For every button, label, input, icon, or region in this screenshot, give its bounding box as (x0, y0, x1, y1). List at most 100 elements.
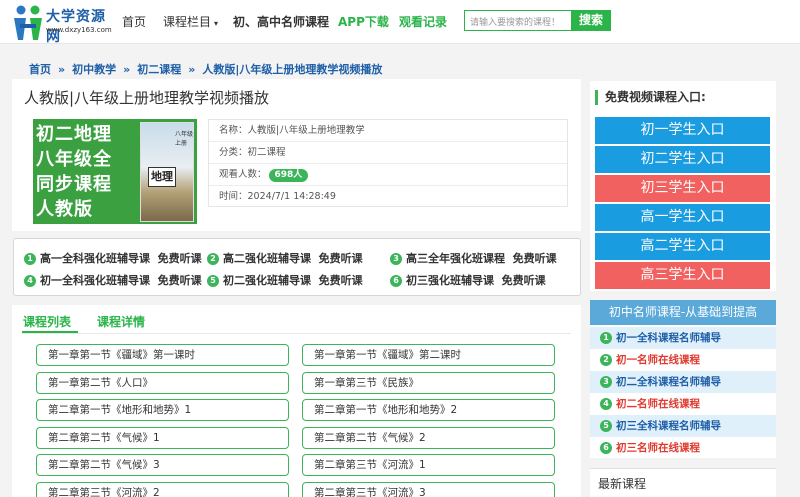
meta-time: 时间：2024/7/1 14:28:49 (209, 186, 567, 208)
teacher-course-link[interactable]: 1 初一全科课程名师辅导 (590, 327, 776, 349)
teacher-course-link[interactable]: 6 初三名师在线课程 (590, 437, 776, 459)
tab-course-list[interactable]: 课程列表 (23, 313, 71, 330)
nav-famous-teachers[interactable]: 初、高中名师课程 (233, 13, 329, 30)
teacher-course-link[interactable]: 3 初二全科课程名师辅导 (590, 371, 776, 393)
teacher-course-link[interactable]: 5 初三全科课程名师辅导 (590, 415, 776, 437)
number-badge: 2 (600, 354, 612, 366)
breadcrumb-current[interactable]: 人教版|八年级上册地理教学视频播放 (202, 63, 382, 76)
book-volume-text: 上册 (175, 140, 188, 147)
class-item[interactable]: 3 高三全年强化班课程 免费听课 (390, 250, 557, 266)
strengthening-classes: 1 高一全科强化班辅导课 免费听课 2 高二强化班辅导课 免费听课 3 高三全年强化班… (13, 238, 581, 296)
chapter-link[interactable]: 第二章第二节《气候》3 (36, 454, 289, 476)
entry-grade9[interactable]: 初三学生入口 (595, 175, 770, 202)
meta-label: 分类： (219, 147, 248, 158)
chapter-link[interactable]: 第一章第一节《疆域》第一课时 (36, 344, 289, 366)
chapter-link[interactable]: 第一章第三节《民族》 (302, 372, 555, 394)
site-logo[interactable]: 大学资源网 www.dxzy163.com (12, 4, 117, 45)
number-badge: 5 (600, 420, 612, 432)
entry-grade7[interactable]: 初一学生入口 (595, 117, 770, 144)
caret-down-icon: ▾ (214, 19, 219, 28)
breadcrumb: 首页 » 初中教学 » 初二课程 » 人教版|八年级上册地理教学视频播放 (29, 61, 382, 77)
free-tag: 免费听课 (318, 274, 363, 287)
class-item[interactable]: 4 初一全科强化班辅导课 免费听课 (24, 272, 202, 288)
site-header: 大学资源网 www.dxzy163.com 首页 课程栏目 ▾ 初、高中名师课程 … (0, 0, 800, 45)
teacher-course-link[interactable]: 2 初一名师在线课程 (590, 349, 776, 371)
latest-courses-title: 最新课程 (598, 477, 647, 491)
search-button[interactable]: 搜索 (571, 10, 611, 31)
breadcrumb-separator: » (123, 63, 131, 76)
nav-home[interactable]: 首页 (122, 13, 146, 30)
course-info-panel: 人教版|八年级上册地理教学视频播放 初二地理 八年级全 同步课程 人教版 八年级… (12, 79, 581, 231)
tab-divider (22, 333, 571, 334)
entry-grade8[interactable]: 初二学生入口 (595, 146, 770, 173)
breadcrumb-separator: » (188, 63, 196, 76)
class-item[interactable]: 6 初三强化班辅导课 免费听课 (390, 272, 546, 288)
number-badge: 1 (600, 332, 612, 344)
free-tag: 免费听课 (318, 252, 363, 265)
class-item[interactable]: 2 高二强化班辅导课 免费听课 (207, 250, 363, 266)
breadcrumb-junior[interactable]: 初中教学 (72, 63, 116, 76)
class-name: 初三强化班辅导课 (406, 274, 494, 287)
number-badge: 2 (207, 253, 219, 265)
class-item[interactable]: 5 初二强化班辅导课 免费听课 (207, 272, 363, 288)
textbook-image: 八年级上册 地理 (140, 122, 194, 222)
teacher-course-link[interactable]: 4 初二名师在线课程 (590, 393, 776, 415)
teacher-course-label: 初二全科课程名师辅导 (616, 376, 721, 388)
number-badge: 4 (600, 398, 612, 410)
views-badge: 698人 (268, 169, 309, 182)
breadcrumb-separator: » (58, 63, 66, 76)
chapter-link[interactable]: 第一章第一节《疆域》第二课时 (302, 344, 555, 366)
meta-name: 名称：人教版|八年级上册地理教学 (209, 120, 567, 142)
chapter-link[interactable]: 第一章第二节《人口》 (36, 372, 289, 394)
number-badge: 3 (600, 376, 612, 388)
cover-line: 八年级全 (36, 149, 112, 170)
nav-app-download[interactable]: APP下载 (338, 13, 389, 30)
class-item[interactable]: 1 高一全科强化班辅导课 免费听课 (24, 250, 202, 266)
meta-value[interactable]: 初二课程 (248, 147, 286, 158)
chapter-link[interactable]: 第二章第一节《地形和地势》1 (36, 399, 289, 421)
entry-grade11[interactable]: 高二学生入口 (595, 233, 770, 260)
chapter-link[interactable]: 第二章第三节《河流》3 (302, 482, 555, 497)
nav-watch-history[interactable]: 观看记录 (399, 13, 447, 30)
book-subject: 地理 (148, 167, 176, 187)
entry-grade10[interactable]: 高一学生入口 (595, 204, 770, 231)
breadcrumb-home[interactable]: 首页 (29, 63, 51, 76)
book-grade-text: 八年级 (175, 131, 194, 138)
chapter-link[interactable]: 第二章第一节《地形和地势》2 (302, 399, 555, 421)
number-badge: 6 (390, 275, 402, 287)
tab-course-detail[interactable]: 课程详情 (97, 313, 145, 330)
meta-views: 观看人数： 698人 (209, 164, 567, 186)
meta-category: 分类：初二课程 (209, 142, 567, 164)
teacher-course-label: 初三全科课程名师辅导 (616, 420, 721, 432)
course-cover[interactable]: 初二地理 八年级全 同步课程 人教版 八年级 上册 地理 (33, 119, 197, 224)
logo-icon (14, 5, 42, 40)
entry-grade12[interactable]: 高三学生入口 (595, 262, 770, 289)
teacher-course-label: 初二名师在线课程 (616, 398, 700, 410)
free-entries-title: 免费视频课程入口: (595, 90, 706, 105)
nav-categories[interactable]: 课程栏目 ▾ (163, 13, 218, 30)
cover-line: 初二地理 (36, 124, 112, 145)
chapter-link[interactable]: 第二章第三节《河流》2 (36, 482, 289, 497)
number-badge: 6 (600, 442, 612, 454)
teacher-course-label: 初一名师在线课程 (616, 354, 700, 366)
class-name: 高一全科强化班辅导课 (40, 252, 150, 265)
number-badge: 4 (24, 275, 36, 287)
teacher-courses-title: 初中名师课程-从基础到提高 (590, 300, 776, 325)
cover-line: 人教版 (36, 199, 93, 220)
free-tag: 免费听课 (501, 274, 546, 287)
breadcrumb-grade8[interactable]: 初二课程 (137, 63, 181, 76)
course-meta: 名称：人教版|八年级上册地理教学 分类：初二课程 观看人数： 698人 时间：20… (208, 119, 568, 207)
number-badge: 3 (390, 253, 402, 265)
page-title: 人教版|八年级上册地理教学视频播放 (24, 89, 270, 107)
book-grade: 八年级 上册 (175, 129, 193, 147)
class-name: 初一全科强化班辅导课 (40, 274, 150, 287)
chapter-link[interactable]: 第二章第二节《气候》2 (302, 427, 555, 449)
course-list-panel: 课程列表 课程详情 第一章第一节《疆域》第一课时 第一章第一节《疆域》第二课时 … (12, 305, 581, 497)
chapter-link[interactable]: 第二章第二节《气候》1 (36, 427, 289, 449)
chapter-link[interactable]: 第二章第三节《河流》1 (302, 454, 555, 476)
class-name: 初二强化班辅导课 (223, 274, 311, 287)
meta-value: 2024/7/1 14:28:49 (247, 191, 336, 202)
meta-value: 人教版|八年级上册地理教学 (247, 125, 365, 136)
search-input[interactable]: 请输入要搜索的课程！ (464, 10, 571, 31)
latest-courses: 最新课程 (590, 468, 776, 497)
